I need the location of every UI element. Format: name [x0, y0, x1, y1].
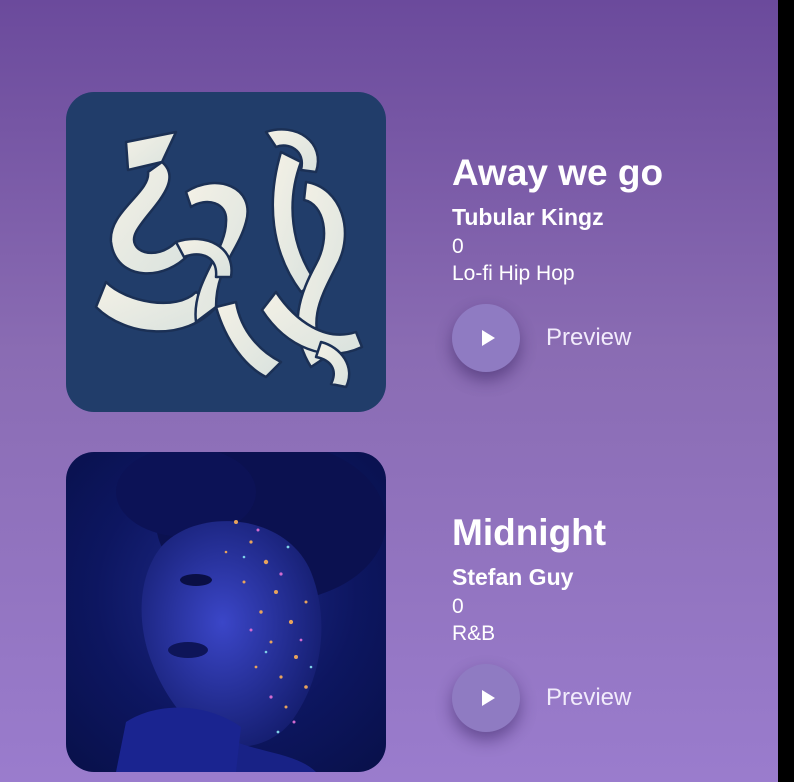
track-artist[interactable]: Tubular Kingz: [452, 204, 604, 231]
play-icon: [481, 330, 495, 346]
track-artist[interactable]: Stefan Guy: [452, 564, 573, 591]
track-info: Midnight Stefan Guy 0 R&B Preview: [452, 452, 772, 772]
track-genre: R&B: [452, 622, 496, 645]
album-art[interactable]: [66, 92, 386, 412]
window-edge: [778, 0, 794, 782]
track-card: Midnight Stefan Guy 0 R&B Preview: [66, 452, 766, 772]
play-icon: [481, 690, 495, 706]
play-count: 0: [452, 595, 464, 618]
play-count: 0: [452, 235, 464, 258]
track-info: Away we go Tubular Kingz 0 Lo-fi Hip Hop…: [452, 92, 772, 412]
track-title: Midnight: [452, 512, 607, 553]
preview-label[interactable]: Preview: [546, 684, 631, 712]
play-button[interactable]: [452, 304, 520, 372]
album-art[interactable]: [66, 452, 386, 772]
preview-label[interactable]: Preview: [546, 324, 631, 352]
track-genre: Lo-fi Hip Hop: [452, 262, 575, 285]
track-card: Away we go Tubular Kingz 0 Lo-fi Hip Hop…: [66, 92, 766, 412]
ribbon-lettering-artwork: [94, 128, 364, 389]
play-button[interactable]: [452, 664, 520, 732]
glitter-portrait-artwork: [116, 452, 386, 772]
track-title: Away we go: [452, 152, 664, 193]
